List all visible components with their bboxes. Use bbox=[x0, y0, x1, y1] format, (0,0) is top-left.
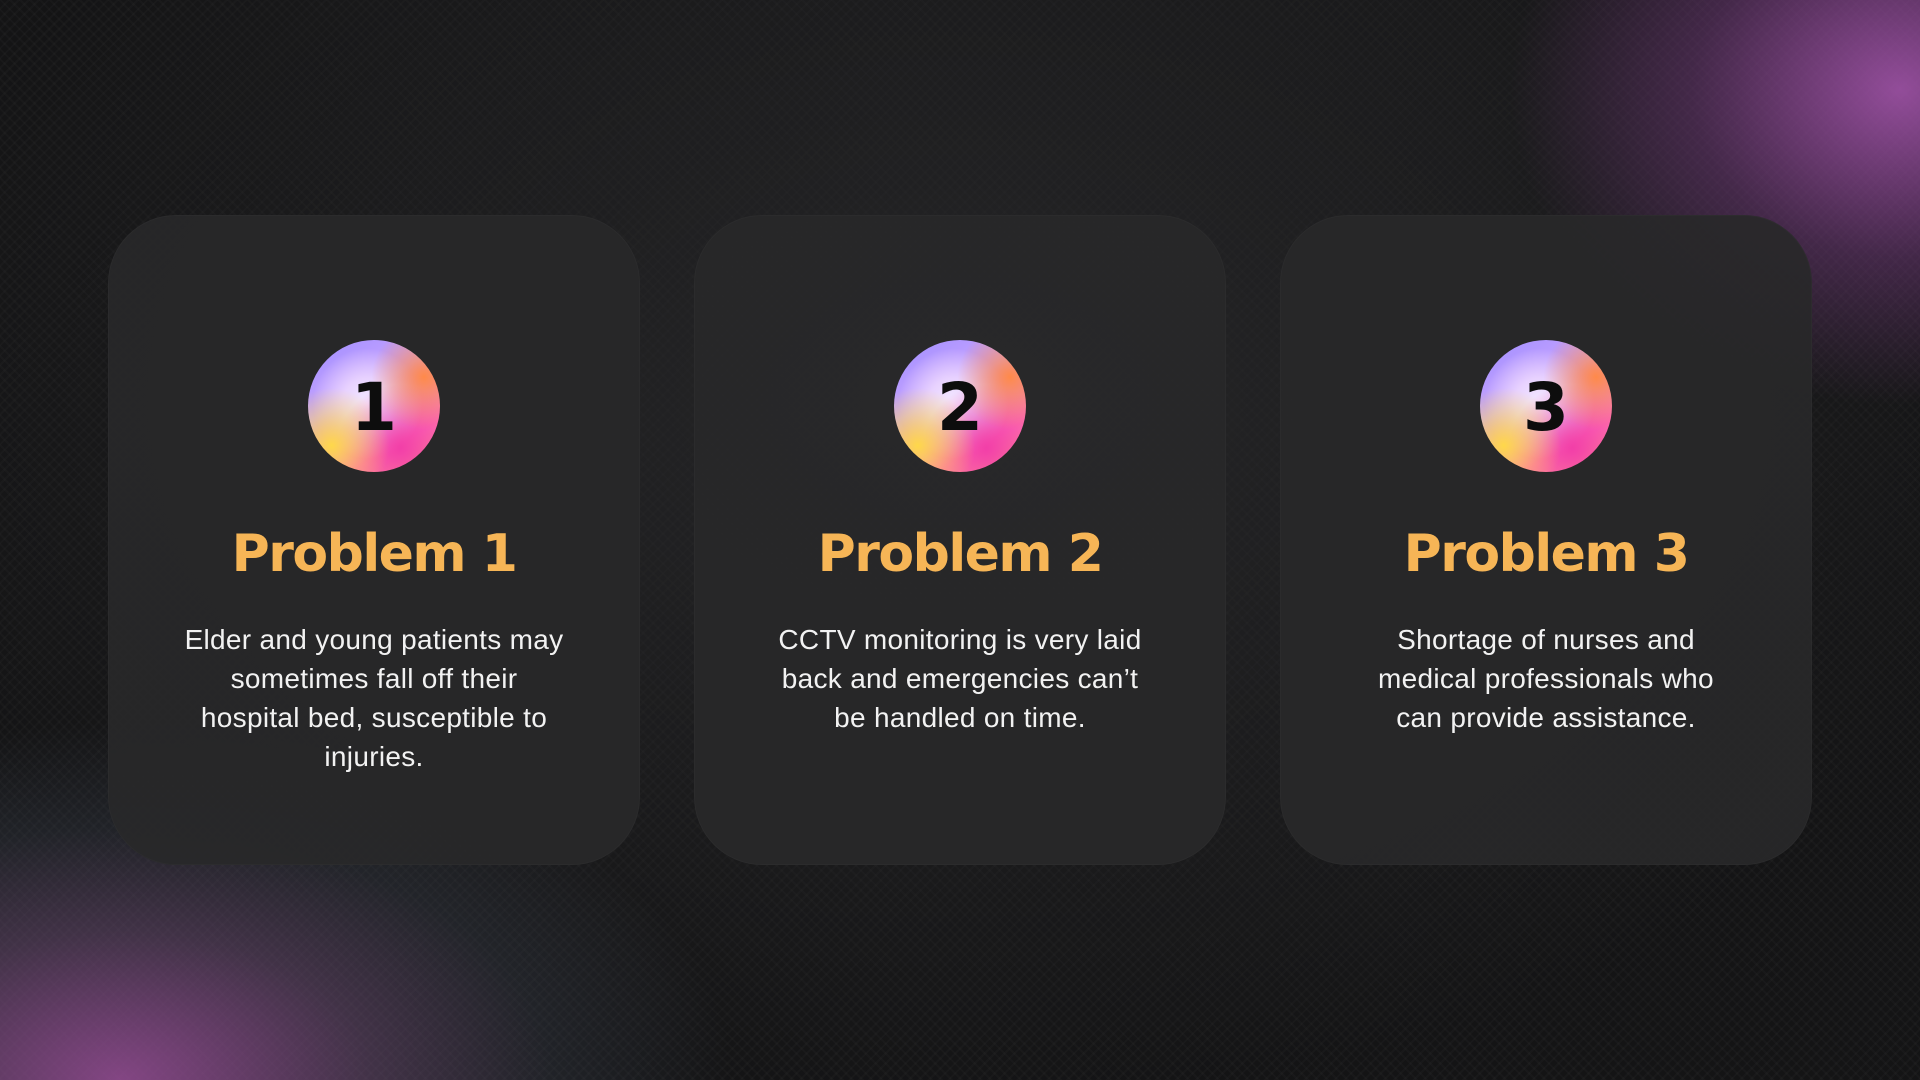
card-description: Shortage of nurses and medical professio… bbox=[1378, 624, 1714, 733]
number-badge-icon: 2 bbox=[894, 340, 1026, 472]
number-badge-icon: 1 bbox=[308, 340, 440, 472]
badge-number: 3 bbox=[1523, 369, 1569, 446]
card-title: Problem 2 bbox=[817, 524, 1104, 584]
number-badge-icon: 3 bbox=[1480, 340, 1612, 472]
problem-cards: 1 Problem 1 Elder and young patients may… bbox=[108, 215, 1812, 865]
problem-card-1: 1 Problem 1 Elder and young patients may… bbox=[108, 215, 640, 865]
badge-number: 2 bbox=[937, 369, 983, 446]
problem-card-3: 3 Problem 3 Shortage of nurses and medic… bbox=[1280, 215, 1812, 865]
card-title: Problem 1 bbox=[231, 524, 518, 584]
slide: 1 Problem 1 Elder and young patients may… bbox=[0, 0, 1920, 1080]
card-description: CCTV monitoring is very laid back and em… bbox=[778, 624, 1142, 733]
problem-card-2: 2 Problem 2 CCTV monitoring is very laid… bbox=[694, 215, 1226, 865]
card-title: Problem 3 bbox=[1403, 524, 1690, 584]
card-description: Elder and young patients may sometimes f… bbox=[184, 624, 564, 772]
badge-number: 1 bbox=[351, 369, 397, 446]
